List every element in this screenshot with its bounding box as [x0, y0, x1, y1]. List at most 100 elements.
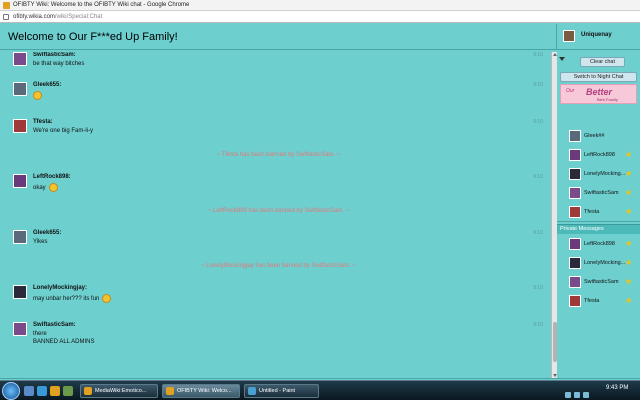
smiley-emote-icon	[102, 294, 112, 303]
user-list-item[interactable]: Tfesta ★	[557, 204, 640, 222]
avatar	[569, 168, 581, 180]
user-list-item[interactable]: LonelyMocking... ★	[557, 166, 640, 184]
message-text: may unbar her??? its fun	[33, 294, 112, 303]
user-list-item[interactable]: LonelyMocking... ★	[557, 255, 640, 273]
avatar	[569, 149, 581, 161]
message-timestamp: 9:10	[533, 82, 543, 88]
app-icon	[166, 387, 174, 395]
avatar	[563, 30, 575, 42]
message-username[interactable]: Tfesta:	[33, 119, 53, 125]
private-messages-header: Private Messages	[557, 224, 640, 234]
banner-text-2: Better	[586, 87, 613, 97]
message-text: BANNED ALL ADMINS	[33, 339, 95, 345]
taskbar-label: OFIBTY Wiki: Welco...	[177, 388, 232, 394]
message-timestamp: 9:10	[533, 174, 543, 180]
window-titlebar: OFIBTY Wiki: Welcome to the OFIBTY Wiki …	[0, 0, 640, 11]
admin-star-icon: ★	[625, 188, 633, 197]
user-list-item[interactable]: SwiftasticSam ★	[557, 274, 640, 292]
avatar[interactable]	[13, 285, 27, 299]
chat-message: SwiftasticSam: 9:10 there BANNED ALL ADMINS	[6, 322, 551, 354]
avatar	[569, 257, 581, 269]
user-list-item[interactable]: Tfesta ★	[557, 293, 640, 311]
smiley-emote-icon	[48, 183, 58, 192]
message-timestamp: 9:10	[533, 119, 543, 125]
chat-page: Welcome to Our F***ed Up Family! Uniquen…	[0, 24, 640, 400]
admin-star-icon: ★	[625, 169, 633, 178]
taskbar: MediaWiki:Emotico... OFIBTY Wiki: Welco..…	[0, 380, 640, 400]
chat-message: Gleek655: 9:10 Yikes	[6, 230, 551, 252]
user-list-name: SwiftasticSam	[584, 279, 619, 285]
message-timestamp: 9:10	[533, 52, 543, 58]
message-text	[33, 91, 42, 100]
address-bar[interactable]: ofibty.wikia.com/wiki/Special:Chat	[0, 11, 640, 23]
user-list-item[interactable]: LeftRock898 ★	[557, 147, 640, 165]
page-icon	[3, 14, 9, 20]
message-timestamp: 9:10	[533, 322, 543, 328]
message-username[interactable]: LonelyMockingjay:	[33, 285, 87, 291]
admin-star-icon: ★	[625, 277, 633, 286]
taskbar-clock[interactable]: 9:43 PM	[606, 385, 628, 391]
taskbar-button[interactable]: MediaWiki:Emotico...	[80, 384, 158, 398]
user-list-item[interactable]: LeftRock898 ★	[557, 236, 640, 254]
chat-message: LonelyMockingjay: 9:10 may unbar her??? it…	[6, 285, 551, 307]
taskbar-label: MediaWiki:Emotico...	[95, 388, 147, 394]
quicklaunch-chrome-icon[interactable]	[50, 386, 60, 396]
room-title: Welcome to Our F***ed Up Family!	[8, 31, 178, 43]
chat-message: Gleek655: 9:10	[6, 82, 551, 104]
user-list-name: LonelyMocking...	[584, 260, 626, 266]
avatar[interactable]	[13, 230, 27, 244]
chat-message: Tfesta: 9:10 We're one big Fam-li-y	[6, 119, 551, 141]
taskbar-button[interactable]: Untitled - Paint	[244, 384, 319, 398]
admin-star-icon: ★	[625, 239, 633, 248]
message-username[interactable]: LeftRock898:	[33, 174, 71, 180]
family-banner: Our Better Bleh Family	[560, 84, 637, 104]
user-list-name: Tfesta	[584, 298, 600, 304]
current-user-box[interactable]: Uniquenay	[556, 24, 640, 50]
ban-alert: ~ LeftRock898 has been banned by Swiftas…	[207, 208, 350, 214]
taskbar-button[interactable]: OFIBTY Wiki: Welco...	[162, 384, 240, 398]
user-list-name: LeftRock898	[584, 152, 615, 158]
avatar[interactable]	[13, 82, 27, 96]
quicklaunch-media-icon[interactable]	[63, 386, 73, 396]
wikia-favicon-icon	[3, 2, 10, 9]
avatar[interactable]	[13, 119, 27, 133]
chat-message: LeftRock898: 9:10 okay	[6, 174, 551, 196]
message-username[interactable]: SwiftasticSam:	[33, 52, 76, 58]
message-timestamp: 9:10	[533, 230, 543, 236]
message-timestamp: 9:10	[533, 285, 543, 291]
message-list: SwiftasticSam: 9:10 be that way bitches Gle…	[6, 52, 551, 378]
message-username[interactable]: Gleek655:	[33, 230, 61, 236]
avatar[interactable]	[13, 52, 27, 66]
tray-icon[interactable]	[583, 392, 589, 398]
user-list-name: LeftRock898	[584, 241, 615, 247]
clear-chat-button[interactable]: Clear chat	[580, 57, 625, 67]
chevron-down-icon[interactable]	[559, 57, 565, 61]
avatar[interactable]	[13, 174, 27, 188]
avatar	[569, 187, 581, 199]
ban-alert: ~ LonelyMockingjay has been banned by Sw…	[200, 263, 357, 269]
banner-text-3: Bleh Family	[597, 97, 618, 102]
user-list-item[interactable]: SwiftasticSam ★	[557, 185, 640, 203]
volume-icon[interactable]	[574, 392, 580, 398]
current-username: Uniquenay	[581, 32, 612, 38]
user-list-item[interactable]: Gleek##	[557, 128, 640, 146]
taskbar-label: Untitled - Paint	[259, 388, 296, 394]
url-text[interactable]: ofibty.wikia.com/wiki/Special:Chat	[13, 11, 102, 23]
start-button[interactable]	[2, 382, 20, 400]
network-icon[interactable]	[565, 392, 571, 398]
admin-star-icon: ★	[625, 150, 633, 159]
message-username[interactable]: SwiftasticSam:	[33, 322, 76, 328]
chat-header: Welcome to Our F***ed Up Family! Uniquen…	[0, 24, 640, 50]
night-chat-button[interactable]: Switch to Night Chat	[560, 72, 637, 82]
avatar	[569, 206, 581, 218]
admin-star-icon: ★	[625, 207, 633, 216]
message-text: there	[33, 331, 47, 337]
quicklaunch-ie-icon[interactable]	[37, 386, 47, 396]
avatar[interactable]	[13, 322, 27, 336]
banner-text-1: Our	[566, 88, 575, 94]
message-username[interactable]: Gleek655:	[33, 82, 61, 88]
avatar	[569, 238, 581, 250]
admin-star-icon: ★	[625, 296, 633, 305]
quicklaunch-explorer-icon[interactable]	[24, 386, 34, 396]
user-sidebar: Clear chat Switch to Night Chat Our Bett…	[557, 51, 640, 380]
